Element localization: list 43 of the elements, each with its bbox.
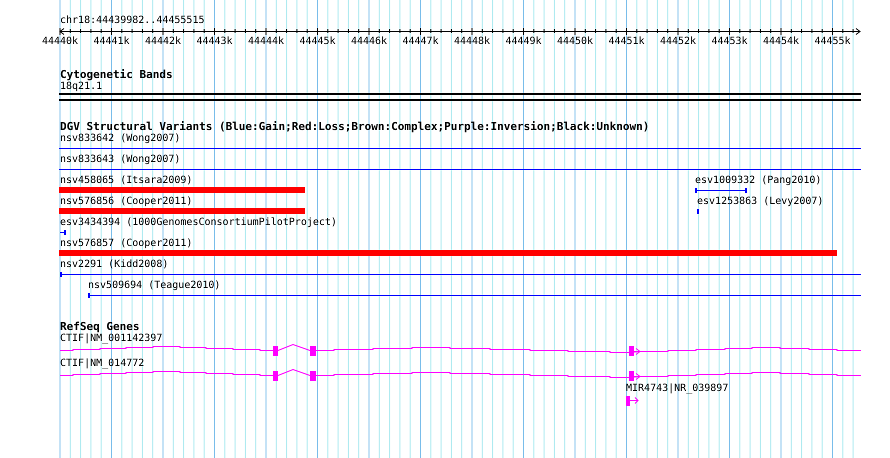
ruler-tick-label: 44449k [505, 36, 542, 48]
ruler-tick-label: 44446k [350, 36, 388, 48]
variant-label: nsv576857 (Cooper2011) [60, 238, 192, 250]
ruler-tick-label: 44454k [762, 36, 800, 48]
gene-label: CTIF|NM_014772 [60, 358, 144, 370]
mirna-gene-drawing[interactable] [626, 396, 639, 406]
ruler-tick-label: 44447k [402, 36, 439, 48]
gain-line[interactable] [59, 146, 861, 151]
gene-label: CTIF|NM_001142397 [60, 333, 162, 345]
ruler-tick-label: 44450k [556, 36, 594, 48]
gain-line[interactable] [695, 188, 747, 193]
gain-line[interactable] [88, 293, 861, 298]
ruler-tick-label: 44441k [93, 36, 130, 48]
variant-label: esv1009332 (Pang2010) [695, 175, 822, 187]
variant-label: esv1253863 (Levy2007) [697, 196, 824, 208]
gain-line[interactable] [60, 272, 861, 277]
gene-model-drawing[interactable] [60, 367, 861, 381]
ruler-tick-label: 44451k [608, 36, 645, 48]
variant-label: nsv833642 (Wong2007) [60, 133, 180, 145]
ruler-tick-label: 44444k [248, 36, 284, 48]
ruler-tick-label: 44440k [42, 36, 78, 48]
variant-label: nsv833643 (Wong2007) [60, 154, 180, 166]
track-title: Cytogenetic Bands [60, 68, 173, 81]
gain-line[interactable] [59, 167, 861, 172]
ruler-tick-label: 44455k [814, 36, 851, 48]
band-label: 18q21.1 [60, 81, 102, 93]
ruler-tick-label: 44443k [196, 36, 233, 48]
ruler-tick-label: 44442k [144, 36, 182, 48]
variant-label: nsv509694 (Teague2010) [88, 280, 220, 292]
location-label: chr18:44439982..44455515 [60, 15, 204, 27]
variant-label: nsv576856 (Cooper2011) [60, 196, 192, 208]
track-title: DGV Structural Variants (Blue:Gain;Red:Loss;Brown:Complex;Purple:Inversion;Black:Unknown) [60, 120, 650, 133]
variant-label: esv3434394 (1000GenomesConsortiumPilotProject) [60, 217, 337, 229]
ruler-tick-label: 44445k [299, 36, 336, 48]
ruler-tick-label: 44452k [660, 36, 696, 48]
variant-label: nsv458065 (Itsara2009) [60, 175, 192, 187]
gene-model-drawing[interactable] [60, 342, 861, 356]
gain-line[interactable] [60, 230, 66, 235]
variant-label: nsv2291 (Kidd2008) [60, 259, 168, 271]
ruler-tick-label: 44448k [454, 36, 490, 48]
gene-label: MIR4743|NR_039897 [626, 383, 728, 395]
ruler-tick-label: 44453k [711, 36, 748, 48]
track-title: RefSeq Genes [60, 320, 140, 333]
